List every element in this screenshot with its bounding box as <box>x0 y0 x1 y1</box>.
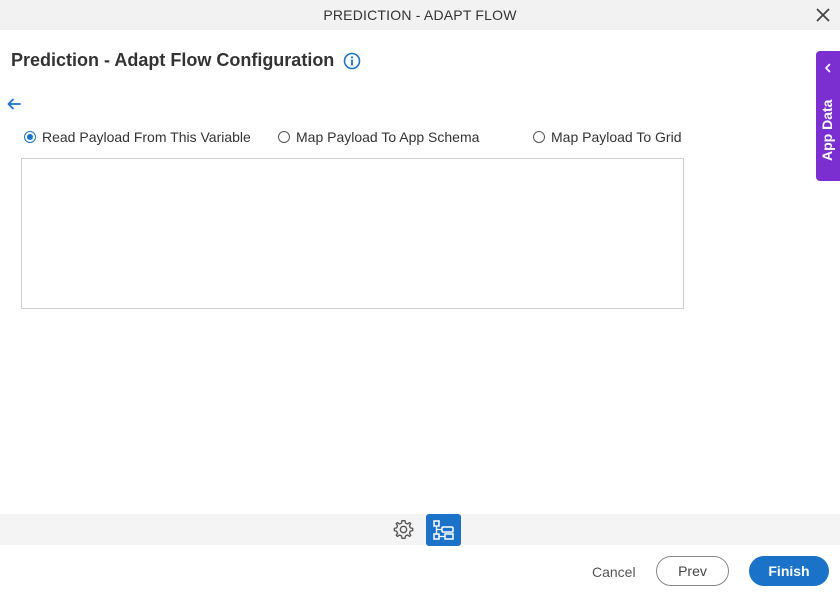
radio-dot[interactable] <box>533 131 545 143</box>
page-title-text: Prediction - Adapt Flow Configuration <box>11 50 335 70</box>
window-title: PREDICTION - ADAPT FLOW <box>323 7 517 23</box>
radio-label: Map Payload To App Schema <box>296 129 480 145</box>
page-title: Prediction - Adapt Flow Configuration <box>11 50 361 71</box>
radio-label: Read Payload From This Variable <box>42 129 251 145</box>
payload-variable-field[interactable] <box>21 158 684 309</box>
radio-map-payload-to-app-schema[interactable]: Map Payload To App Schema <box>278 129 479 145</box>
radio-label: Map Payload To Grid <box>551 129 682 145</box>
radio-dot-selected[interactable] <box>24 131 36 143</box>
app-data-label: App Data <box>819 99 835 161</box>
bottom-toolbar <box>0 514 840 546</box>
back-arrow-icon[interactable] <box>6 96 22 112</box>
radio-map-payload-to-grid[interactable]: Map Payload To Grid <box>533 129 681 145</box>
flow-view-button[interactable] <box>426 514 461 546</box>
flow-icon <box>432 520 454 540</box>
payload-option-group: Read Payload From This Variable Map Payl… <box>24 129 704 147</box>
cancel-button[interactable]: Cancel <box>592 564 636 580</box>
gear-icon[interactable] <box>392 518 415 541</box>
app-data-panel-toggle[interactable]: App Data <box>816 51 840 181</box>
radio-read-payload-from-variable[interactable]: Read Payload From This Variable <box>24 129 251 145</box>
radio-dot[interactable] <box>278 131 290 143</box>
dialog-footer: Cancel Prev Finish <box>0 545 840 593</box>
info-icon[interactable] <box>343 52 361 70</box>
finish-button[interactable]: Finish <box>749 556 829 586</box>
window-titlebar: PREDICTION - ADAPT FLOW <box>0 0 840 30</box>
chevron-left-icon <box>825 63 831 73</box>
prev-button[interactable]: Prev <box>656 556 729 586</box>
close-icon[interactable] <box>814 6 832 24</box>
